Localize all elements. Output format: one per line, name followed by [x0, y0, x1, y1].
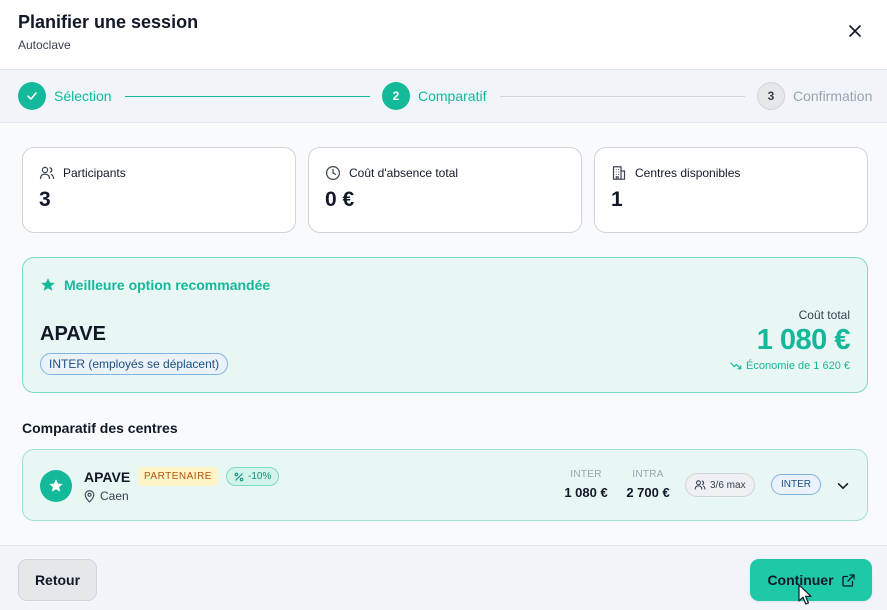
- users-icon: [694, 480, 706, 490]
- back-button[interactable]: Retour: [18, 559, 97, 601]
- step-connector-1: [125, 96, 370, 97]
- step-3-label[interactable]: Confirmation: [793, 88, 872, 104]
- external-link-icon: [841, 573, 855, 587]
- capacity-badge: 3/6 max: [685, 473, 755, 497]
- center-name: APAVE: [84, 469, 131, 485]
- discount-badge: -10%: [226, 467, 280, 486]
- center-city: Caen: [100, 489, 129, 503]
- stat-card-participants: Participants 3: [22, 147, 296, 233]
- step-3-circle[interactable]: 3: [757, 82, 785, 110]
- expand-button[interactable]: [833, 476, 853, 496]
- comparison-section-title: Comparatif des centres: [22, 420, 178, 436]
- percent-icon: [234, 472, 244, 481]
- clock-icon: [325, 165, 341, 181]
- users-icon: [39, 166, 55, 180]
- recommended-option-card: Meilleure option recommandée APAVE INTER…: [22, 257, 868, 393]
- stepper: Sélection 2 Comparatif 3 Confirmation: [0, 70, 887, 123]
- intra-price-column: INTRA 2 700 €: [621, 469, 675, 500]
- total-cost-label: Coût total: [798, 308, 850, 322]
- intra-price-label: INTRA: [632, 469, 664, 480]
- mouse-cursor-icon: [798, 584, 812, 605]
- recommended-heading: Meilleure option recommandée: [40, 277, 270, 293]
- inter-price-value: 1 080 €: [564, 485, 608, 500]
- recommended-center-name: APAVE: [40, 323, 106, 345]
- star-icon: [49, 479, 63, 492]
- modal-header: Planifier une session Autoclave: [0, 0, 887, 70]
- check-icon: [27, 92, 37, 100]
- step-1-label[interactable]: Sélection: [54, 88, 112, 104]
- trending-down-icon: [730, 362, 742, 370]
- inter-price-label: INTER: [570, 469, 602, 480]
- stat-value: 3: [39, 188, 51, 211]
- stat-label: Participants: [63, 166, 126, 180]
- modal-subtitle: Autoclave: [18, 38, 71, 52]
- center-row-apave[interactable]: APAVE PARTENAIRE -10% Caen INTER 1 080 €…: [22, 449, 868, 521]
- inter-price-column: INTER 1 080 €: [561, 469, 611, 500]
- total-cost-value: 1 080 €: [756, 324, 851, 356]
- discount-value: -10%: [248, 471, 272, 482]
- modal-footer: Retour Continuer: [0, 545, 887, 610]
- stat-value: 1: [611, 188, 623, 211]
- building-icon: [612, 166, 626, 180]
- close-icon: [849, 25, 861, 37]
- savings-value: Économie de 1 620 €: [746, 360, 850, 372]
- recommended-heading-text: Meilleure option recommandée: [64, 277, 271, 293]
- stat-value: 0 €: [325, 188, 355, 211]
- star-icon: [41, 278, 55, 291]
- partner-badge: PARTENAIRE: [138, 467, 218, 486]
- step-2-label[interactable]: Comparatif: [418, 88, 486, 104]
- map-pin-icon: [84, 489, 95, 503]
- stat-label: Coût d'absence total: [349, 166, 459, 180]
- chevron-down-icon: [837, 483, 849, 489]
- step-connector-2: [500, 96, 745, 97]
- center-location: Caen: [84, 489, 129, 503]
- savings-text: Économie de 1 620 €: [730, 360, 850, 372]
- stat-card-absence-cost: Coût d'absence total 0 €: [308, 147, 582, 233]
- stat-card-centers: Centres disponibles 1: [594, 147, 868, 233]
- intra-price-value: 2 700 €: [626, 485, 670, 500]
- capacity-value: 3/6 max: [710, 479, 746, 491]
- modal-title: Planifier une session: [18, 12, 199, 32]
- step-2-circle[interactable]: 2: [382, 82, 410, 110]
- mode-badge: INTER: [771, 474, 821, 495]
- center-avatar: [40, 470, 72, 502]
- schedule-session-modal: Planifier une session Autoclave Sélectio…: [0, 0, 887, 610]
- stat-label: Centres disponibles: [635, 166, 741, 180]
- mode-badge: INTER (employés se déplacent): [40, 353, 229, 375]
- close-button[interactable]: [843, 19, 867, 43]
- step-1-circle[interactable]: [18, 82, 46, 110]
